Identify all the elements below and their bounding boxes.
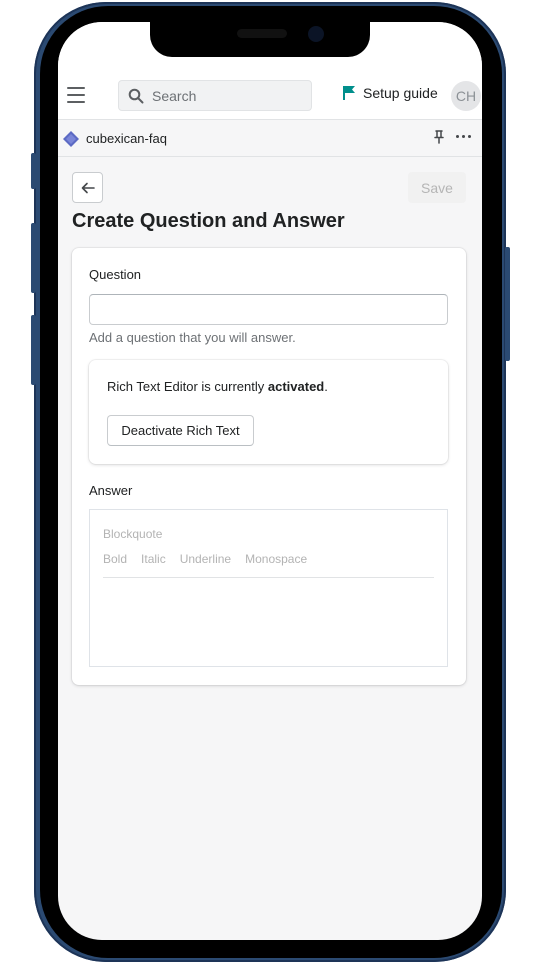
toolbar-italic-button[interactable]: Italic — [141, 552, 166, 566]
power-button — [505, 247, 510, 361]
toolbar-divider — [103, 577, 434, 578]
toolbar-bold-button[interactable]: Bold — [103, 552, 127, 566]
volume-down-button — [31, 315, 36, 385]
setup-guide-link[interactable]: Setup guide — [342, 85, 438, 101]
flag-icon — [343, 86, 355, 100]
question-help-text: Add a question that you will answer. — [89, 330, 296, 345]
answer-label: Answer — [89, 483, 133, 498]
search-placeholder: Search — [152, 87, 197, 104]
phone-screen: Search Setup guide CH cubexican-faq Save… — [58, 22, 482, 940]
question-label: Question — [89, 267, 142, 282]
speaker-grille — [237, 29, 287, 38]
rich-text-status: Rich Text Editor is currently activated. — [107, 379, 328, 394]
app-icon — [63, 131, 79, 147]
phone-notch — [150, 22, 370, 57]
toolbar-underline-button[interactable]: Underline — [180, 552, 231, 566]
front-camera — [308, 26, 324, 42]
save-button[interactable]: Save — [408, 172, 466, 203]
avatar[interactable]: CH — [451, 81, 481, 111]
app-bar: cubexican-faq — [58, 120, 482, 157]
page-title: Create Question and Answer — [72, 210, 345, 232]
rich-text-status-box: Rich Text Editor is currently activated.… — [89, 360, 448, 464]
answer-input[interactable] — [103, 582, 434, 660]
toolbar-monospace-button[interactable]: Monospace — [245, 552, 307, 566]
toolbar-formatting-row: Bold Italic Underline Monospace — [103, 552, 307, 566]
rich-text-status-state: activated — [267, 379, 325, 394]
pin-icon[interactable] — [434, 130, 444, 144]
question-input[interactable] — [89, 294, 448, 325]
back-button[interactable] — [72, 172, 103, 203]
menu-icon[interactable] — [67, 87, 85, 103]
deactivate-rich-text-button[interactable]: Deactivate Rich Text — [107, 415, 254, 446]
form-card: Question Add a question that you will an… — [72, 248, 466, 685]
more-actions-icon[interactable] — [456, 135, 471, 138]
rich-text-status-suffix: . — [324, 379, 328, 394]
answer-editor: Blockquote Bold Italic Underline Monospa… — [89, 509, 448, 667]
volume-up-button — [31, 223, 36, 293]
app-name[interactable]: cubexican-faq — [86, 131, 167, 146]
arrow-left-icon — [81, 182, 95, 193]
setup-guide-label: Setup guide — [363, 85, 438, 101]
toolbar-blockquote-button[interactable]: Blockquote — [103, 527, 162, 541]
search-bar[interactable]: Search — [118, 80, 312, 111]
search-icon — [128, 88, 144, 103]
rich-text-status-prefix: Rich Text Editor is currently — [107, 379, 268, 394]
mute-switch — [31, 153, 36, 189]
